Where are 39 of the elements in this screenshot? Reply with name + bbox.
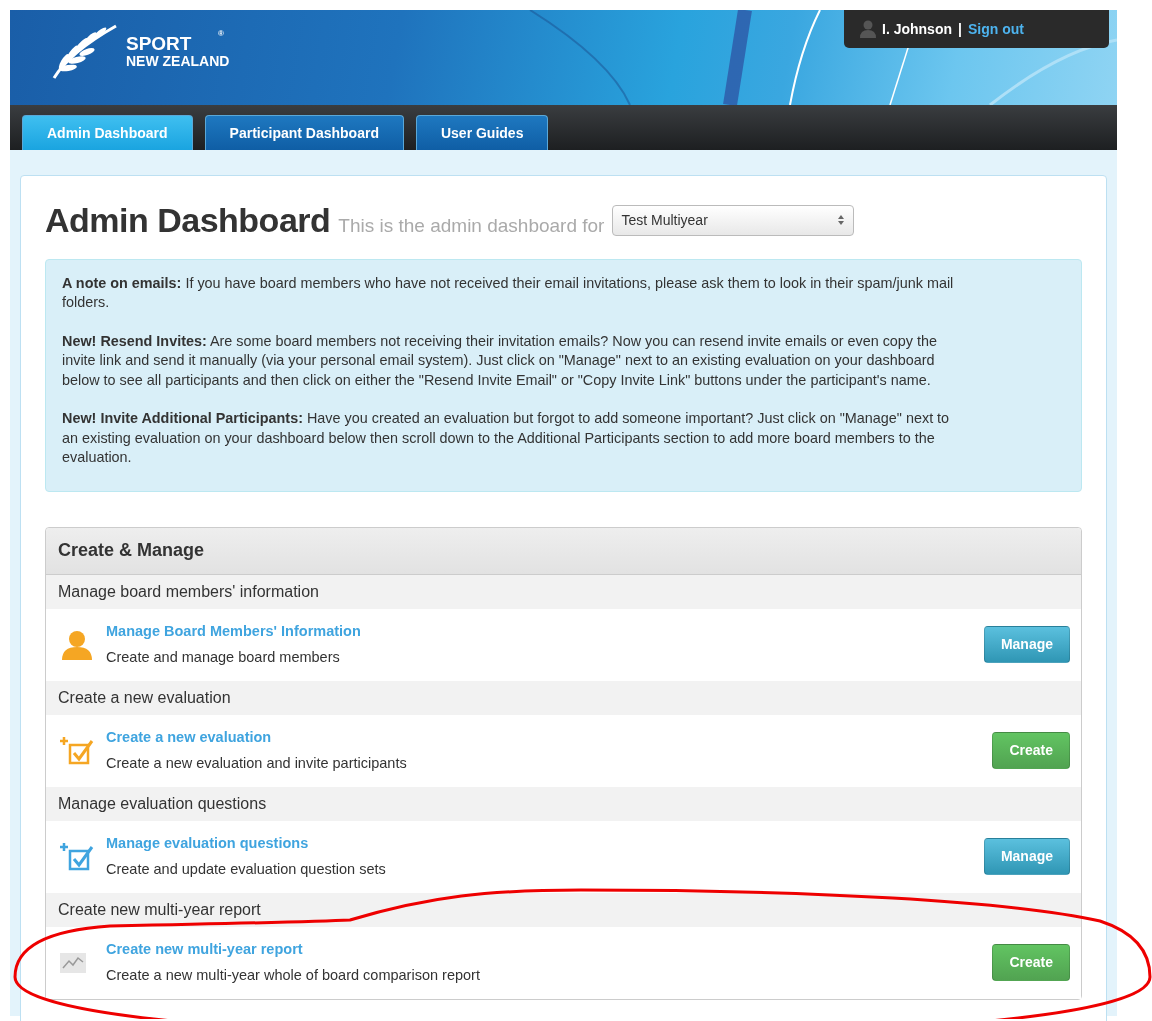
create-button[interactable]: Create: [992, 944, 1070, 982]
separator: |: [958, 19, 962, 39]
note-paragraph: A note on emails: If you have board members who have not received their email invitations, please ask them to look in their spam/junk mail folders.: [62, 273, 955, 313]
item-title-link[interactable]: Manage evaluation questions: [106, 833, 309, 855]
item-title-link[interactable]: Manage Board Members' Information: [106, 621, 361, 643]
line-chart-icon: [60, 953, 86, 974]
plus-checkbox-icon: [60, 734, 94, 767]
section-heading: Manage evaluation questions: [58, 793, 267, 814]
item-description: Create a new multi-year whole of board comparison report: [106, 965, 480, 985]
plus-checkbox-icon: [60, 840, 94, 873]
manage-button[interactable]: Manage: [983, 838, 1070, 876]
user-name: I. Johnson: [882, 19, 952, 39]
logo-text: NEW ZEALAND: [126, 53, 230, 69]
note-paragraph: New! Invite Additional Participants: Have you created an evaluation but forgot to add someone important? Just click on "Manage" next to an existing evaluation on your dashboard below then scroll down to the Additional Participants section to add more board members to the evaluation.: [62, 409, 951, 468]
sign-out-link[interactable]: Sign out: [967, 18, 1024, 40]
nav-tab[interactable]: Participant Dashboard: [204, 115, 404, 150]
nav-tab[interactable]: User Guides: [415, 115, 549, 150]
item-description: Create a new evaluation and invite participants: [106, 753, 407, 773]
evaluation-select[interactable]: Test Multiyear: [612, 204, 855, 236]
item-title-link[interactable]: Create new multi-year report: [106, 939, 303, 961]
select-arrows-icon: [837, 214, 846, 227]
registered-mark: ®: [218, 29, 224, 39]
user-icon: [860, 20, 876, 38]
create-button[interactable]: Create: [992, 732, 1070, 770]
panel-title: Create & Manage: [58, 539, 205, 563]
note-paragraph: New! Resend Invites: Are some board members not receiving their invitation emails? Now you can resend invite emails or even copy the invite link and send it manually (via your personal email system). Just click on "Manage" next to an existing evaluation on your dashboard below to see all participants and then click on either the "Resend Invite Email" or "Copy Invite Link" buttons under the participant's name.: [62, 331, 939, 390]
page-title: Admin Dashboard: [45, 200, 331, 241]
section-heading: Create new multi-year report: [58, 899, 261, 920]
item-title-link[interactable]: Create a new evaluation: [106, 727, 272, 749]
page-subtitle: This is the admin dashboard for: [338, 214, 605, 238]
section-heading: Manage board members' information: [58, 581, 319, 602]
manage-button[interactable]: Manage: [983, 626, 1070, 664]
select-value: Test Multiyear: [621, 210, 708, 230]
person-icon: [60, 629, 94, 660]
nav-tab[interactable]: Admin Dashboard: [22, 115, 193, 150]
item-description: Create and update evaluation question sets: [106, 859, 386, 879]
logo-text: SPORT: [126, 33, 193, 54]
item-description: Create and manage board members: [106, 647, 340, 667]
section-heading: Create a new evaluation: [58, 687, 231, 708]
